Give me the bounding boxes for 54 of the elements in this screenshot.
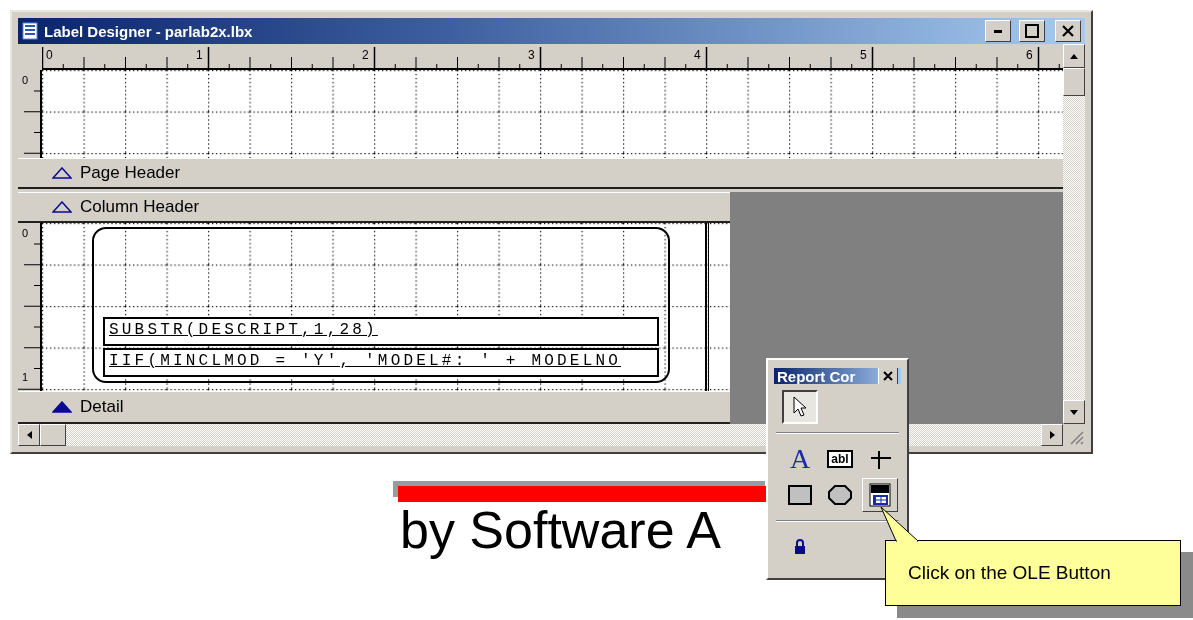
scroll-down-button[interactable] [1063,400,1085,424]
close-button[interactable] [1055,20,1081,42]
callout-pointer [880,506,920,542]
minimize-icon [994,29,1002,33]
text-label-glyph: A [789,445,811,473]
ruler-number: 5 [860,48,867,62]
logo-tagline: by Software A [400,502,722,560]
scroll-thumb[interactable] [40,424,66,446]
right-arrow-icon [1049,431,1055,439]
expression-field[interactable]: IIF(MINCLMOD = 'Y', 'MODEL#: ' + MODELNO [103,348,659,377]
band-bar[interactable]: Page Header [18,158,1063,189]
document-icon [22,22,38,40]
ruler-number: 1 [196,48,203,62]
triangle-icon [52,167,72,179]
band-label: Detail [80,397,124,417]
tool-button[interactable] [782,390,818,424]
ruler-number: 2 [362,48,369,62]
ruler-number: 0 [22,227,29,239]
triangle-icon [52,201,72,213]
left-arrow-icon [26,431,32,439]
band-bar[interactable]: Column Header [18,192,730,223]
close-icon [883,371,893,381]
expression-field[interactable]: SUBSTR(DESCRIPT,1,28) [103,317,659,346]
maximize-icon [1025,24,1039,38]
line-icon [869,449,891,469]
band-label: Page Header [80,163,181,183]
ruler-number: 1 [22,371,29,383]
maximize-button[interactable] [1019,20,1045,42]
scroll-right-button[interactable] [1041,424,1063,446]
rounded-shape-icon [828,485,852,505]
ruler-number: 4 [694,48,701,62]
window-title: Label Designer - parlab2x.lbx [44,22,253,40]
scroll-left-button[interactable] [18,424,40,446]
ruler-number: 3 [528,48,535,62]
resize-grip-icon[interactable] [1063,424,1085,446]
scroll-thumb[interactable] [1063,68,1085,96]
palette-title: Report Cor [777,368,857,384]
ruler-number: 6 [1026,48,1033,62]
band-bar[interactable]: Detail [18,391,730,424]
minimize-button[interactable] [985,20,1011,42]
text-field-glyph: abl [827,449,853,469]
arrow-pointer-icon [792,396,808,418]
scroll-up-button[interactable] [1063,44,1085,68]
vertical-scrollbar[interactable] [1063,44,1085,424]
close-icon [1061,24,1075,38]
lock-icon [794,539,806,555]
down-arrow-icon [1070,409,1078,415]
band-label: Column Header [80,197,200,217]
ruler-number: 0 [22,74,29,86]
up-arrow-icon [1070,53,1078,59]
triangle-icon [52,401,72,413]
rectangle-icon [788,485,812,505]
ruler-number: 0 [46,48,53,62]
ole-object-icon [869,483,891,507]
